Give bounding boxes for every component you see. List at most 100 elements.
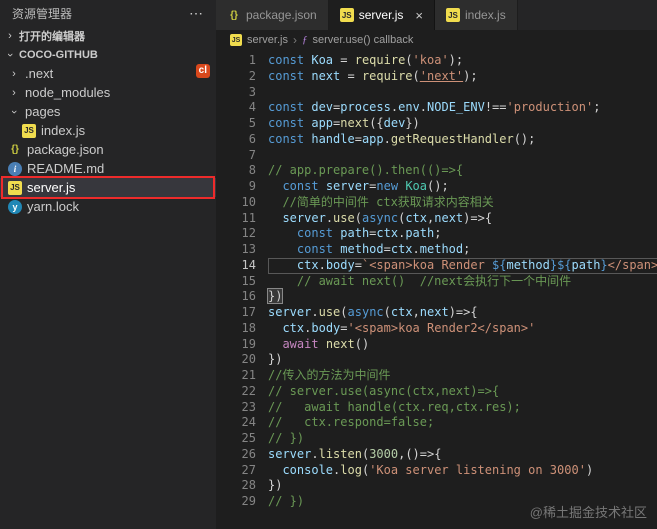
code-line-2[interactable]: 2 const next = require('next'); bbox=[216, 69, 657, 85]
breadcrumb-symbol[interactable]: server.use() callback bbox=[312, 34, 413, 46]
line-number[interactable]: 6 bbox=[216, 132, 268, 148]
breadcrumb-file[interactable]: server.js bbox=[247, 34, 288, 46]
line-number[interactable]: 5 bbox=[216, 116, 268, 132]
line-number[interactable]: 28 bbox=[216, 478, 268, 494]
code-content: const Koa = require('koa'); bbox=[268, 53, 464, 67]
file-item-yarn.lock[interactable]: y yarn.lock bbox=[0, 197, 216, 216]
js-file-icon: JS bbox=[230, 34, 242, 46]
line-number[interactable]: 23 bbox=[216, 400, 268, 416]
code-content: ctx.body='<spam>koa Render2</span>' bbox=[282, 320, 536, 335]
code-line-6[interactable]: 6 const handle=app.getRequestHandler(); bbox=[216, 132, 657, 148]
line-number[interactable]: 15 bbox=[216, 274, 268, 290]
line-number[interactable]: 3 bbox=[216, 85, 268, 101]
tab-package.json[interactable]: {} package.json bbox=[216, 0, 329, 30]
line-number[interactable]: 22 bbox=[216, 384, 268, 400]
line-number[interactable]: 17 bbox=[216, 305, 268, 321]
line-number[interactable]: 7 bbox=[216, 148, 268, 164]
file-item-.next[interactable]: › .next bbox=[0, 64, 216, 83]
code-line-11[interactable]: 11 server.use(async(ctx,next)=>{ bbox=[216, 211, 657, 227]
line-number[interactable]: 20 bbox=[216, 352, 268, 368]
code-line-21[interactable]: 21//传入的方法为中间件 bbox=[216, 368, 657, 384]
line-number[interactable]: 12 bbox=[216, 226, 268, 242]
file-item-index.js[interactable]: JS index.js bbox=[0, 121, 216, 140]
code-content: ctx.body=`<span>koa Render ${method}${pa… bbox=[268, 258, 657, 274]
line-number[interactable]: 8 bbox=[216, 163, 268, 179]
code-line-22[interactable]: 22// server.use(async(ctx,next)=>{ bbox=[216, 384, 657, 400]
code-content: // }) bbox=[268, 431, 305, 445]
code-content: server.listen(3000,()=>{ bbox=[268, 446, 442, 461]
code-content: }) bbox=[268, 289, 283, 304]
open-editors-section[interactable]: › 打开的编辑器 bbox=[0, 26, 216, 45]
code-line-3[interactable]: 3 bbox=[216, 85, 657, 101]
close-icon[interactable]: × bbox=[415, 8, 423, 23]
code-line-16[interactable]: 16}) bbox=[216, 289, 657, 305]
code-area[interactable]: 1 const Koa = require('koa'); 2 const next … bbox=[216, 50, 657, 529]
code-line-23[interactable]: 23// await handle(ctx.req,ctx.res); bbox=[216, 400, 657, 416]
line-number[interactable]: 2 bbox=[216, 69, 268, 85]
line-number[interactable]: 29 bbox=[216, 494, 268, 510]
file-item-server.js[interactable]: JS server.js bbox=[0, 176, 216, 199]
code-line-12[interactable]: 12 const path=ctx.path; bbox=[216, 226, 657, 242]
code-line-24[interactable]: 24// ctx.respond=false; bbox=[216, 415, 657, 431]
code-line-5[interactable]: 5 const app=next({dev}) bbox=[216, 116, 657, 132]
code-line-9[interactable]: 9 const server=new Koa(); bbox=[216, 179, 657, 195]
line-number[interactable]: 26 bbox=[216, 447, 268, 463]
code-content: const server=new Koa(); bbox=[282, 179, 449, 193]
js-file-icon: JS bbox=[22, 123, 36, 138]
code-line-17[interactable]: 17 server.use(async(ctx,next)=>{ bbox=[216, 305, 657, 321]
file-item-pages[interactable]: › pages bbox=[0, 102, 216, 121]
line-number[interactable]: 11 bbox=[216, 211, 268, 227]
code-line-20[interactable]: 20}) bbox=[216, 352, 657, 368]
line-number[interactable]: 27 bbox=[216, 463, 268, 479]
code-line-1[interactable]: 1 const Koa = require('koa'); bbox=[216, 53, 657, 69]
code-line-14[interactable]: 14 ctx.body=`<span>koa Render ${method}$… bbox=[216, 258, 657, 274]
line-number[interactable]: 13 bbox=[216, 242, 268, 258]
file-item-README.md[interactable]: i README.md bbox=[0, 159, 216, 178]
tab-index.js[interactable]: JS index.js bbox=[435, 0, 518, 30]
code-line-13[interactable]: 13 const method=ctx.method; bbox=[216, 242, 657, 258]
code-line-28[interactable]: 28}) bbox=[216, 478, 657, 494]
code-line-25[interactable]: 25// }) bbox=[216, 431, 657, 447]
code-content: // ctx.respond=false; bbox=[268, 415, 435, 430]
line-number[interactable]: 24 bbox=[216, 415, 268, 431]
code-line-27[interactable]: 27 console.log('Koa server listening on … bbox=[216, 463, 657, 479]
code-line-18[interactable]: 18 ctx.body='<spam>koa Render2</span>' bbox=[216, 321, 657, 337]
line-number[interactable]: 9 bbox=[216, 179, 268, 195]
code-content: // await next() //next会执行下一个中间件 bbox=[296, 273, 572, 288]
code-line-7[interactable]: 7 bbox=[216, 148, 657, 164]
code-content: //简单的中间件 ctx获取请求内容相关 bbox=[282, 194, 494, 209]
code-line-8[interactable]: 8// app.prepare().then(()=>{ bbox=[216, 163, 657, 179]
code-content: const app=next({dev}) bbox=[268, 116, 420, 130]
file-item-node_modules[interactable]: › node_modules bbox=[0, 83, 216, 102]
code-line-29[interactable]: 29// }) bbox=[216, 494, 657, 510]
line-number[interactable]: 10 bbox=[216, 195, 268, 211]
code-line-19[interactable]: 19 await next() bbox=[216, 337, 657, 353]
code-line-4[interactable]: 4 const dev=process.env.NODE_ENV!=='produ… bbox=[216, 100, 657, 116]
code-content: // server.use(async(ctx,next)=>{ bbox=[268, 383, 500, 398]
file-label: .next bbox=[25, 66, 54, 81]
code-content: server.use(async(ctx,next)=>{ bbox=[282, 210, 493, 225]
code-line-15[interactable]: 15 // await next() //next会执行下一个中间件 bbox=[216, 274, 657, 290]
line-number[interactable]: 21 bbox=[216, 368, 268, 384]
code-content: // app.prepare().then(()=>{ bbox=[268, 163, 464, 178]
line-number[interactable]: 18 bbox=[216, 321, 268, 337]
file-item-package.json[interactable]: {} package.json bbox=[0, 140, 216, 159]
line-number[interactable]: 14 bbox=[216, 258, 268, 274]
breadcrumb: JS server.js › ƒ server.use() callback bbox=[216, 30, 657, 50]
line-number[interactable]: 4 bbox=[216, 100, 268, 116]
line-number[interactable]: 25 bbox=[216, 431, 268, 447]
more-actions-icon[interactable]: ⋯ bbox=[189, 5, 204, 22]
js-file-icon: JS bbox=[446, 8, 460, 22]
line-number[interactable]: 19 bbox=[216, 337, 268, 353]
code-content bbox=[268, 85, 657, 101]
code-line-10[interactable]: 10 //简单的中间件 ctx获取请求内容相关 bbox=[216, 195, 657, 211]
tab-server.js[interactable]: JS server.js × bbox=[328, 0, 435, 30]
workspace-section[interactable]: › COCO-GITHUB bbox=[0, 45, 216, 64]
tab-bar: {} package.json JS server.js × JS index.js bbox=[216, 0, 657, 30]
line-number[interactable]: 16 bbox=[216, 289, 268, 305]
sidebar-title-row: 资源管理器 ⋯ bbox=[0, 0, 216, 26]
file-label: server.js bbox=[27, 180, 76, 195]
vscode-window: 资源管理器 ⋯ › 打开的编辑器 › COCO-GITHUB › .next › no… bbox=[0, 0, 657, 529]
line-number[interactable]: 1 bbox=[216, 53, 268, 69]
code-line-26[interactable]: 26 server.listen(3000,()=>{ bbox=[216, 447, 657, 463]
